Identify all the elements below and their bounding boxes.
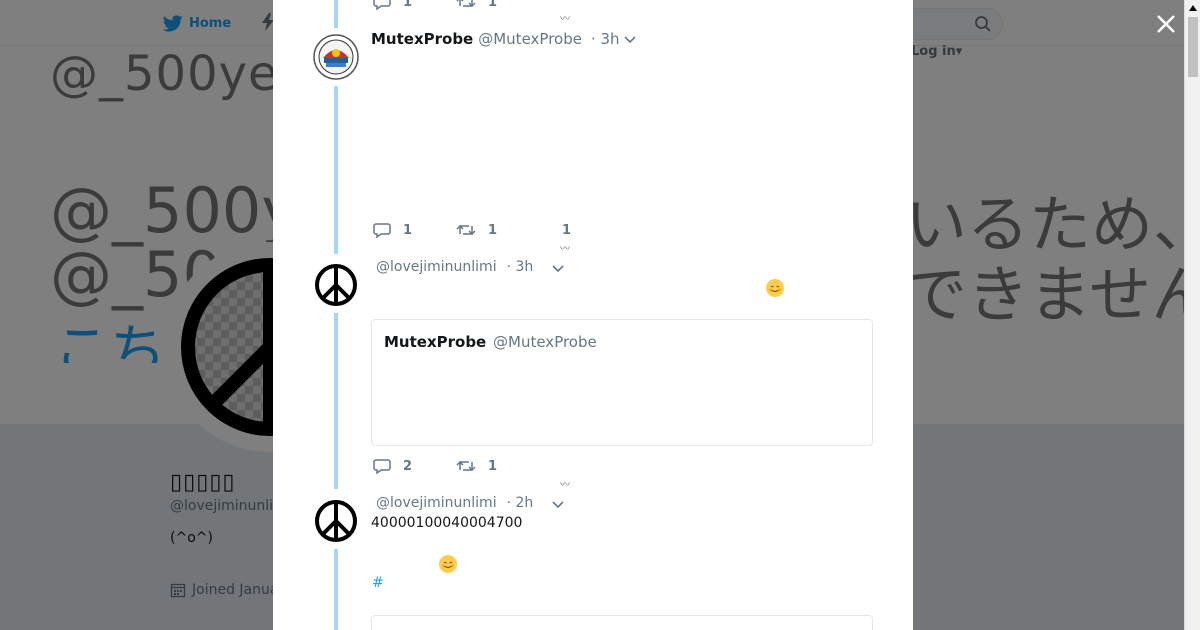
smiling-face-emoji-icon xyxy=(439,555,457,573)
chevron-down-icon[interactable] xyxy=(624,36,636,44)
tweet-actions-top: 1 1 xyxy=(373,0,497,10)
tweet-author-name[interactable]: MutexProbe xyxy=(371,30,473,48)
tweet-timestamp[interactable]: · 3h xyxy=(591,30,620,48)
reply-button[interactable]: 1 xyxy=(373,222,412,238)
retweet-icon xyxy=(456,0,476,8)
retweet-count: 1 xyxy=(488,222,498,238)
retweet-icon xyxy=(456,224,476,236)
peace-sign-icon xyxy=(315,264,357,306)
tweet-header: MutexProbe @MutexProbe · 3h xyxy=(371,30,620,48)
close-icon[interactable] xyxy=(1152,10,1180,38)
reply-count: 1 xyxy=(403,0,413,10)
quoted-author-name: MutexProbe xyxy=(384,333,487,351)
chevron-down-icon[interactable] xyxy=(552,265,564,273)
tweet-actions: 2 1 xyxy=(373,458,497,474)
scroll-up-arrow[interactable] xyxy=(1185,0,1200,16)
quoted-tweet-card[interactable] xyxy=(371,615,873,630)
retweet-icon xyxy=(456,460,476,472)
seal-avatar-icon xyxy=(313,34,359,80)
tweet-thread-modal: 1 1 〰 MutexProbe @MutexProbe · 3h 1 1 1 … xyxy=(273,0,913,630)
tweet-timestamp[interactable]: · 2h xyxy=(507,495,534,511)
reply-count: 2 xyxy=(403,458,413,474)
tweet-author-handle[interactable]: @lovejiminunlimi xyxy=(376,259,497,275)
tweet-avatar[interactable] xyxy=(313,498,359,544)
triangle-up-icon xyxy=(1189,5,1197,11)
tweet-author-handle[interactable]: @MutexProbe xyxy=(478,30,582,48)
tweet-timestamp[interactable]: · 3h xyxy=(507,259,534,275)
quoted-author-handle: @MutexProbe xyxy=(493,333,597,351)
like-count[interactable]: 1 xyxy=(562,223,571,238)
like-wave-icon: 〰 xyxy=(560,14,570,25)
retweet-count: 1 xyxy=(488,458,498,474)
tweet-actions: 1 1 xyxy=(373,222,497,238)
chevron-down-icon[interactable] xyxy=(552,501,564,509)
tweet-text: 40000100040004700 xyxy=(371,515,523,531)
reply-icon xyxy=(373,459,391,474)
retweet-button[interactable]: 1 xyxy=(456,458,497,474)
hashtag-link[interactable]: # xyxy=(372,575,384,591)
like-wave-icon: 〰 xyxy=(560,480,570,491)
reply-icon xyxy=(373,223,391,238)
reply-icon xyxy=(373,0,391,10)
scrollbar-thumb[interactable] xyxy=(1188,17,1198,77)
reply-button[interactable]: 2 xyxy=(373,458,412,474)
scrollbar[interactable] xyxy=(1184,0,1200,630)
tweet-header: @lovejiminunlimi · 3h xyxy=(376,259,533,275)
reply-button[interactable]: 1 xyxy=(373,0,412,10)
tweet-avatar[interactable] xyxy=(313,34,359,80)
quoted-tweet-card[interactable]: MutexProbe @MutexProbe xyxy=(371,319,873,446)
retweet-button[interactable]: 1 xyxy=(456,0,497,10)
reply-count: 1 xyxy=(403,222,413,238)
thread-line xyxy=(334,86,338,254)
tweet-avatar[interactable] xyxy=(313,262,359,308)
thread-line xyxy=(334,313,338,489)
smiling-face-emoji-icon xyxy=(766,279,784,297)
like-wave-icon: 〰 xyxy=(560,244,570,255)
tweet-author-handle[interactable]: @lovejiminunlimi xyxy=(376,495,497,511)
retweet-count: 1 xyxy=(488,0,498,10)
thread-line xyxy=(334,0,338,28)
quoted-tweet-author: MutexProbe @MutexProbe xyxy=(384,333,597,351)
peace-sign-icon xyxy=(315,500,357,542)
tweet-header: @lovejiminunlimi · 2h xyxy=(376,495,533,511)
retweet-button[interactable]: 1 xyxy=(456,222,497,238)
thread-line xyxy=(334,549,338,630)
